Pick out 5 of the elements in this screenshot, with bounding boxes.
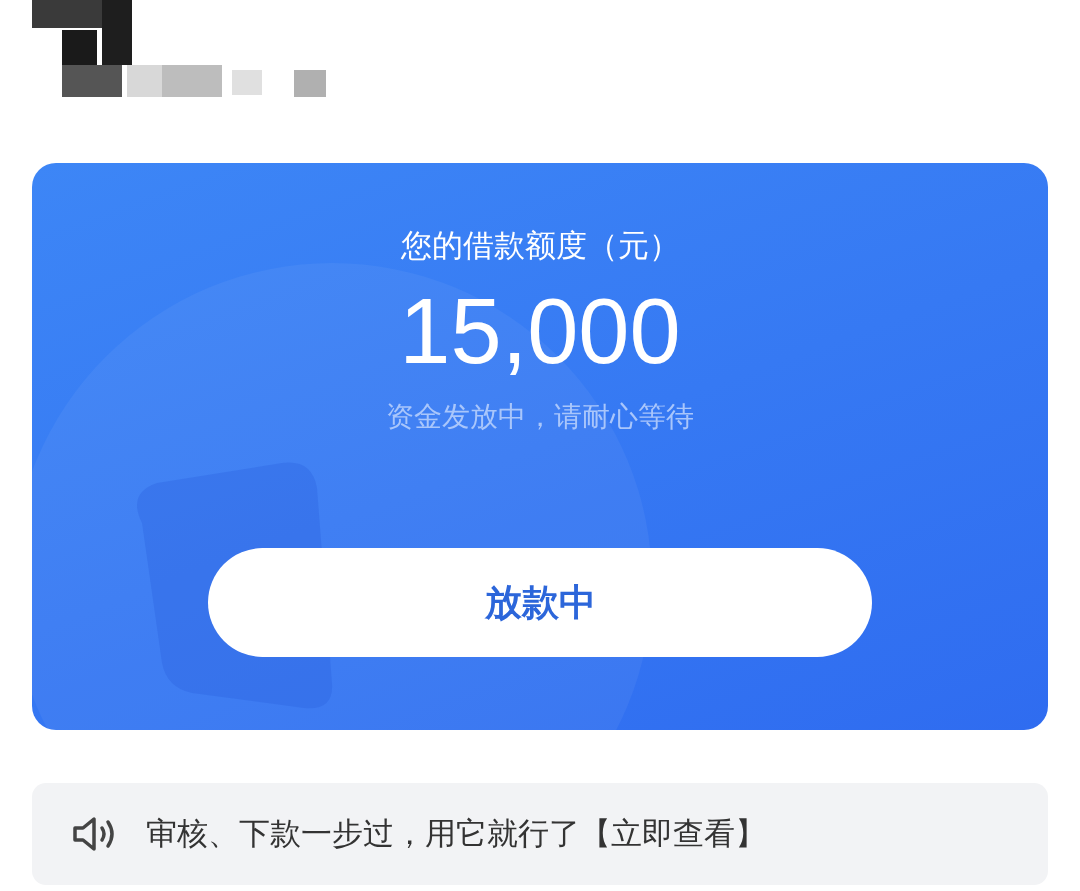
- notice-text: 审核、下款一步过，用它就行了【立即查看】: [146, 814, 766, 853]
- credit-amount: 15,000: [399, 281, 681, 381]
- status-note: 资金发放中，请耐心等待: [386, 399, 694, 435]
- notice-bar[interactable]: 审核、下款一步过，用它就行了【立即查看】: [32, 783, 1048, 885]
- credit-limit-title: 您的借款额度（元）: [400, 226, 680, 265]
